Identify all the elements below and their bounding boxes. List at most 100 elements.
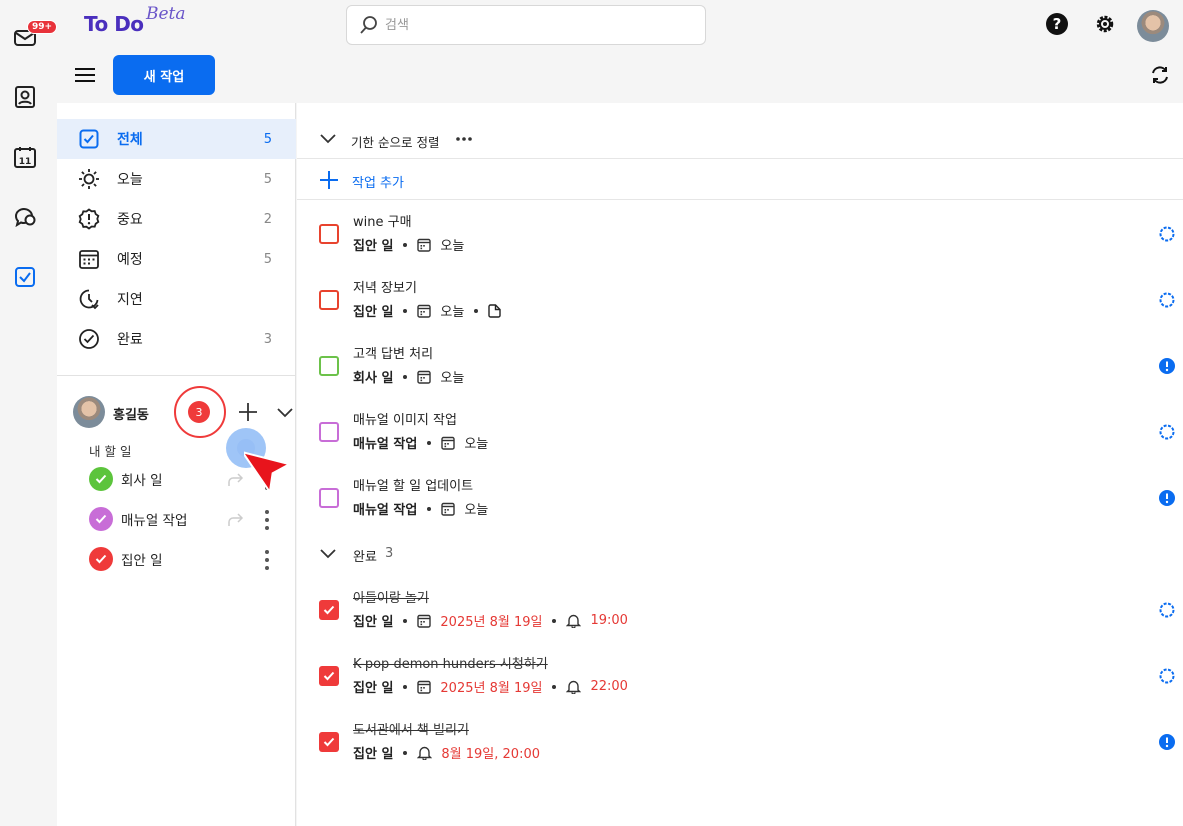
nav-count: 5 [263, 171, 272, 187]
task-checkbox[interactable] [319, 732, 339, 752]
list-label: 회사 일 [121, 473, 163, 489]
task-list-name: 집안 일 [353, 615, 394, 630]
priority-normal-icon[interactable] [1158, 291, 1176, 309]
share-icon[interactable] [228, 512, 244, 526]
task-title: 매뉴얼 이미지 작업 [353, 413, 457, 428]
search-input[interactable] [385, 17, 685, 33]
bell-icon [566, 680, 582, 694]
task-row[interactable]: 아들이랑 놀기 집안 일 2025년 8월 19일 19:00 [297, 577, 1183, 643]
list-item-manual[interactable]: 매뉴얼 작업 [89, 504, 289, 534]
task-checkbox[interactable] [319, 422, 339, 442]
nav-count: 5 [263, 131, 272, 147]
menu-icon[interactable] [74, 64, 96, 86]
task-checkbox[interactable] [319, 488, 339, 508]
nav-item-overdue[interactable]: 지연 [57, 279, 296, 319]
calendar-icon[interactable]: 11 [11, 143, 39, 171]
add-task-label: 작업 추가 [352, 176, 404, 191]
user-avatar[interactable] [1137, 10, 1169, 42]
task-reminder-time: 22:00 [590, 679, 628, 694]
todo-icon[interactable] [11, 263, 39, 291]
task-due: 오늘 [464, 437, 489, 452]
alert-badge-icon [78, 208, 100, 230]
nav-item-scheduled[interactable]: 예정 5 [57, 239, 296, 279]
chevron-down-icon[interactable] [319, 546, 337, 562]
priority-important-icon[interactable] [1158, 733, 1176, 751]
priority-normal-icon[interactable] [1158, 601, 1176, 619]
nav-label: 오늘 [117, 172, 143, 188]
task-row[interactable]: 매뉴얼 이미지 작업 매뉴얼 작업 오늘 [297, 399, 1183, 465]
task-title: 아들이랑 놀기 [353, 591, 429, 606]
help-icon[interactable]: ? [1045, 12, 1069, 36]
nav-item-important[interactable]: 중요 2 [57, 199, 296, 239]
nav-item-today[interactable]: 오늘 5 [57, 159, 296, 199]
plus-icon [319, 170, 339, 190]
task-due: 오늘 [440, 239, 465, 254]
share-icon[interactable] [228, 472, 244, 486]
task-row[interactable]: 고객 답변 처리 회사 일 오늘 [297, 333, 1183, 399]
priority-normal-icon[interactable] [1158, 225, 1176, 243]
more-vertical-icon[interactable] [264, 550, 270, 570]
sort-label[interactable]: 기한 순으로 정렬 [351, 132, 439, 151]
priority-important-icon[interactable] [1158, 489, 1176, 507]
add-list-icon[interactable] [238, 402, 258, 422]
refresh-icon[interactable] [1149, 64, 1173, 86]
sidebar: 전체 5 오늘 5 중요 2 예정 5 지연 완료 3 홍길동 3 내 할 일 … [57, 103, 296, 826]
nav-item-all[interactable]: 전체 5 [57, 119, 296, 159]
task-row[interactable]: wine 구매 집안 일 오늘 [297, 201, 1183, 267]
task-title: 매뉴얼 할 일 업데이트 [353, 479, 474, 494]
highlight-ring [174, 386, 226, 438]
task-checkbox[interactable] [319, 290, 339, 310]
task-checkbox[interactable] [319, 666, 339, 686]
calendar-icon [441, 502, 456, 516]
svg-text:11: 11 [19, 157, 32, 167]
nav-label: 지연 [117, 292, 143, 308]
nav-count: 3 [263, 331, 272, 347]
task-title: 고객 답변 처리 [353, 347, 434, 362]
list-item-home[interactable]: 집안 일 [89, 544, 289, 574]
more-vertical-icon[interactable] [264, 510, 270, 530]
task-title: K-pop demon hunders 시청하기 [353, 657, 548, 672]
task-row[interactable]: 도서관에서 책 빌리기 집안 일 8월 19일, 20:00 [297, 709, 1183, 775]
task-meta: 집안 일 2025년 8월 19일 19:00 [353, 611, 628, 630]
note-icon [488, 303, 502, 318]
task-meta: 집안 일 오늘 [353, 301, 502, 320]
sort-bar: 기한 순으로 정렬 [297, 119, 1183, 159]
nav-label: 전체 [117, 132, 143, 148]
more-horizontal-icon[interactable] [455, 131, 473, 147]
task-checkbox[interactable] [319, 356, 339, 376]
task-row[interactable]: 저녁 장보기 집안 일 오늘 [297, 267, 1183, 333]
priority-normal-icon[interactable] [1158, 667, 1176, 685]
calendar-icon [417, 238, 432, 252]
priority-important-icon[interactable] [1158, 357, 1176, 375]
task-row[interactable]: K-pop demon hunders 시청하기 집안 일 2025년 8월 1… [297, 643, 1183, 709]
clock-late-icon [78, 288, 100, 310]
priority-normal-icon[interactable] [1158, 423, 1176, 441]
search-box[interactable] [346, 5, 706, 45]
contacts-icon[interactable] [11, 83, 39, 111]
search-icon [360, 16, 377, 34]
new-task-button[interactable]: 새 작업 [113, 55, 215, 95]
completed-section-header[interactable]: 완료 3 [297, 533, 1183, 573]
app-logo: To Do [84, 12, 144, 36]
task-title: wine 구매 [353, 215, 412, 230]
task-reminder: 8월 19일, 20:00 [441, 747, 541, 762]
nav-item-completed[interactable]: 완료 3 [57, 319, 296, 359]
task-checkbox[interactable] [319, 600, 339, 620]
task-meta: 집안 일 8월 19일, 20:00 [353, 743, 540, 762]
cursor-arrow-icon [244, 450, 292, 494]
chat-icon[interactable] [11, 203, 39, 231]
list-label: 매뉴얼 작업 [121, 513, 188, 529]
gear-icon[interactable] [1093, 12, 1117, 36]
task-row[interactable]: 매뉴얼 할 일 업데이트 매뉴얼 작업 오늘 [297, 465, 1183, 531]
nav-label: 중요 [117, 212, 143, 228]
add-task-row[interactable]: 작업 추가 [297, 160, 1183, 200]
chevron-down-icon[interactable] [319, 131, 337, 147]
calendar-icon [417, 614, 432, 628]
task-due: 오늘 [440, 371, 465, 386]
bell-icon [417, 746, 433, 760]
divider [57, 375, 296, 376]
chevron-down-icon[interactable] [275, 402, 295, 422]
task-reminder-time: 19:00 [590, 613, 628, 628]
task-checkbox[interactable] [319, 224, 339, 244]
nav-label: 예정 [117, 252, 143, 268]
